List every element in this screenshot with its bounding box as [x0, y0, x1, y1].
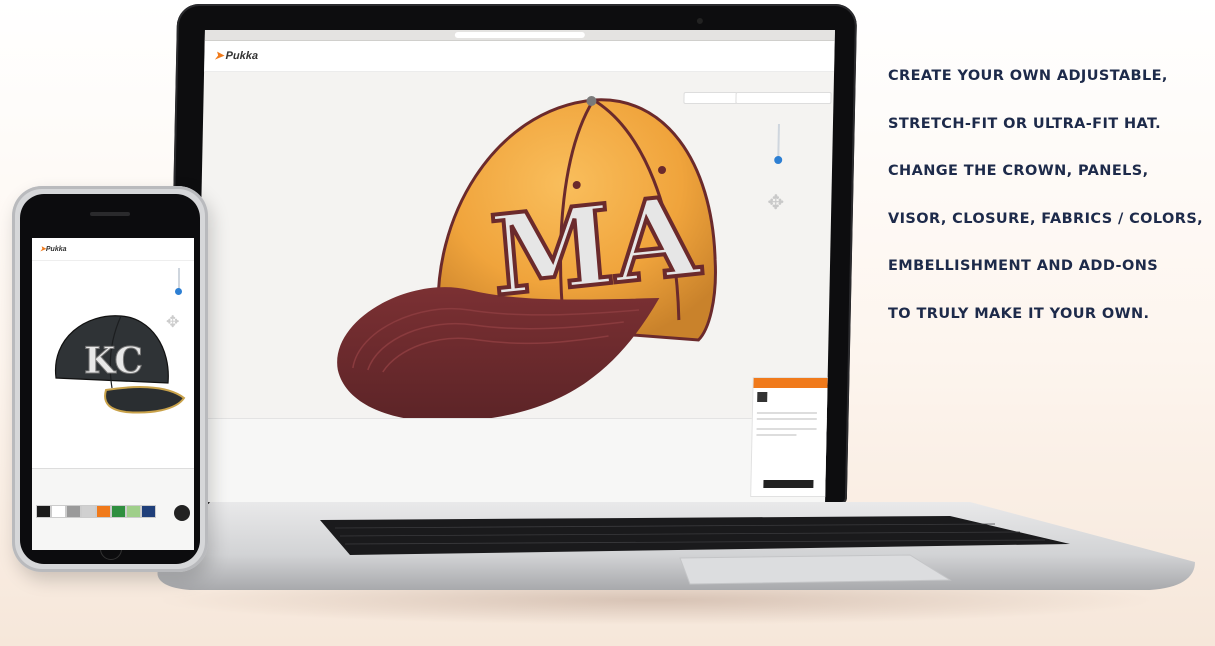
color-swatch[interactable]: [111, 505, 126, 518]
summary-card-header: [753, 378, 828, 388]
zoom-slider-knob[interactable]: [774, 156, 783, 164]
address-bar[interactable]: [454, 32, 585, 38]
color-selector[interactable]: [683, 92, 738, 104]
rotate-dpad-icon[interactable]: ✥: [767, 190, 784, 215]
summary-action-button[interactable]: [763, 480, 814, 488]
phone-hat-preview[interactable]: KC: [36, 308, 186, 418]
promo-line: TO TRULY MAKE IT YOUR OWN.: [888, 305, 1150, 322]
selected-color-chip[interactable]: [174, 505, 190, 521]
promo-line: CHANGE THE CROWN, PANELS,: [888, 163, 1149, 180]
summary-thumbnail: [757, 392, 768, 402]
trackpad: [679, 554, 952, 585]
phone-app-header: ➤Pukka: [32, 238, 194, 261]
color-swatch[interactable]: [126, 505, 141, 518]
summary-line: [756, 428, 817, 430]
color-swatch[interactable]: [66, 505, 81, 518]
phone-brand-logo[interactable]: ➤Pukka: [40, 245, 67, 253]
phone-hat-logo-text: KC: [84, 340, 143, 382]
view-controls[interactable]: [735, 92, 832, 104]
summary-line: [756, 434, 797, 436]
color-swatch[interactable]: [141, 505, 156, 518]
color-swatch[interactable]: [96, 505, 111, 518]
promo-line: VISOR, CLOSURE, FABRICS / COLORS,: [888, 210, 1204, 227]
phone-options-panel: [32, 468, 194, 550]
zoom-slider-track[interactable]: [777, 124, 780, 160]
summary-line: [756, 412, 817, 414]
promo-line: STRETCH-FIT OR ULTRA-FIT HAT.: [888, 115, 1162, 132]
color-swatch[interactable]: [36, 505, 51, 518]
promo-text-block: CREATE YOUR OWN ADJUSTABLE, STRETCH-FIT …: [888, 66, 1215, 352]
bottom-options-panel: [195, 418, 827, 502]
browser-bar: [204, 30, 835, 41]
phone-speaker: [90, 212, 130, 216]
summary-line: [756, 418, 817, 420]
camera: [696, 18, 703, 24]
hat-logo-text: MA: [486, 171, 705, 321]
color-swatch[interactable]: [81, 505, 96, 518]
app-header: ➤ Pukka: [204, 41, 835, 72]
phone-screen: ➤Pukka ✥ KC: [32, 238, 194, 550]
phone-zoom-knob[interactable]: [175, 288, 182, 295]
hat-3d-preview[interactable]: MA: [317, 70, 744, 420]
laptop-screen: ➤ Pukka MA ✥: [195, 30, 835, 502]
promo-line: CREATE YOUR OWN ADJUSTABLE,: [888, 68, 1168, 84]
summary-card: [750, 377, 829, 497]
laptop-base: [157, 502, 1196, 590]
color-swatch[interactable]: [51, 505, 66, 518]
brand-logo[interactable]: ➤ Pukka: [214, 49, 258, 62]
promo-line: EMBELLISHMENT AND ADD-ONS: [888, 258, 1159, 275]
